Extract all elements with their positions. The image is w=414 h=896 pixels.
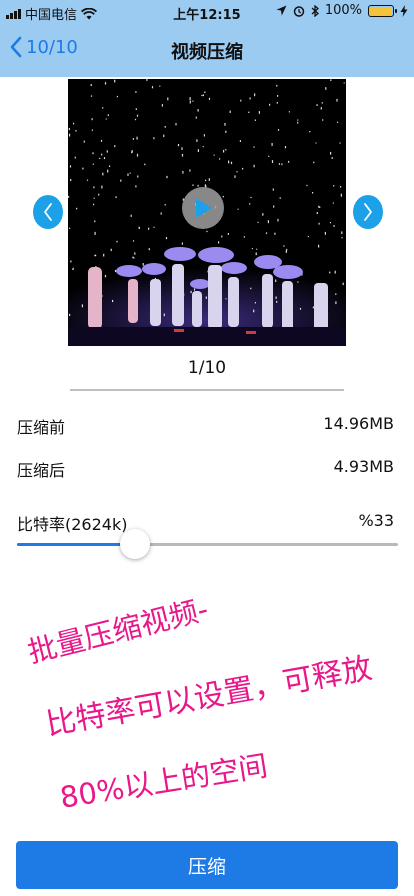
before-size-row: 压缩前 14.96MB: [17, 414, 394, 438]
promo-line-1: 批量压缩视频-: [24, 591, 212, 670]
divider: [70, 389, 344, 391]
slider-thumb[interactable]: [120, 529, 151, 559]
bluetooth-icon: [311, 4, 319, 17]
play-button[interactable]: [182, 187, 224, 229]
chevron-left-icon: [44, 203, 52, 221]
battery-percent: 100%: [324, 3, 362, 18]
promo-line-3: 80%以上的空间: [57, 748, 270, 815]
nav-bar: 10/10 视频压缩: [0, 24, 414, 77]
promo-line-2: 比特率可以设置，可释放: [43, 650, 375, 743]
play-icon: [196, 198, 212, 218]
next-video-button[interactable]: [353, 195, 383, 229]
before-size-value: 14.96MB: [323, 414, 394, 433]
bitrate-label: 比特率(2624k): [17, 515, 128, 534]
battery-icon: [368, 4, 397, 17]
compress-button[interactable]: 压缩: [16, 841, 398, 889]
status-bar: 中国电信 上午12:15 100%: [0, 0, 414, 24]
bitrate-row: 比特率(2624k) %33: [17, 511, 394, 535]
charging-bolt-icon: [400, 4, 408, 17]
chevron-right-icon: [364, 203, 372, 221]
status-right: 100%: [276, 3, 408, 18]
previous-video-button[interactable]: [33, 195, 63, 229]
page-indicator: 1/10: [187, 358, 227, 378]
bitrate-value: %33: [358, 511, 394, 530]
bitrate-slider[interactable]: [17, 529, 398, 559]
after-size-row: 压缩后 4.93MB: [17, 457, 394, 481]
video-preview[interactable]: [68, 79, 346, 346]
after-size-label: 压缩后: [17, 461, 66, 480]
location-arrow-icon: [276, 5, 287, 16]
page-title: 视频压缩: [171, 42, 243, 63]
top-bar: 中国电信 上午12:15 100% 10/10 视频压缩: [0, 0, 414, 77]
alarm-clock-icon: [293, 5, 305, 17]
after-size-value: 4.93MB: [333, 457, 394, 476]
slider-progress: [17, 543, 136, 546]
before-size-label: 压缩前: [17, 418, 66, 437]
